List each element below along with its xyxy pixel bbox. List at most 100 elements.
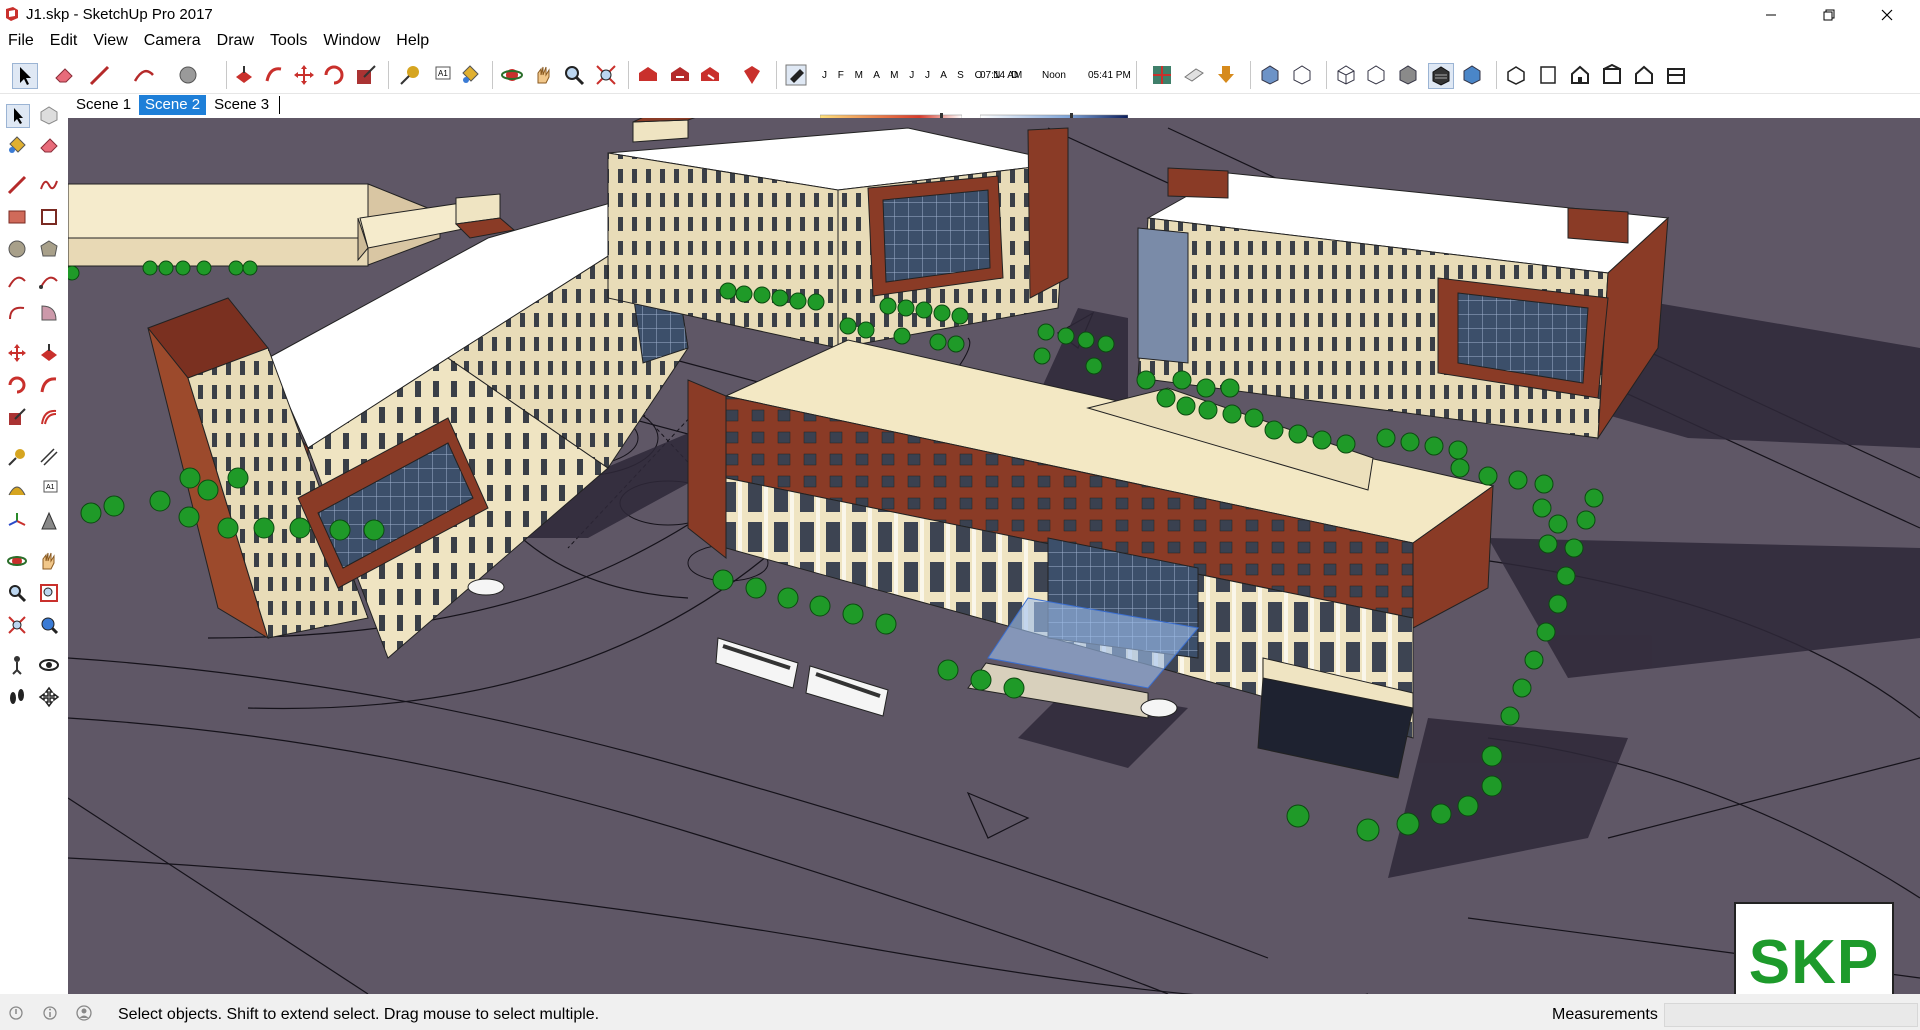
- menu-edit[interactable]: Edit: [42, 30, 86, 52]
- tape-measure-tool-icon[interactable]: [6, 446, 28, 468]
- xray-style-icon[interactable]: [1258, 63, 1282, 87]
- warehouse-icon[interactable]: [636, 63, 660, 87]
- move-tool-icon[interactable]: [292, 63, 316, 87]
- import-icon[interactable]: [1214, 63, 1238, 87]
- section-plane-icon[interactable]: [1182, 63, 1206, 87]
- measurements-input[interactable]: [1664, 1003, 1918, 1027]
- iso-view-icon[interactable]: [1504, 63, 1528, 87]
- svg-text:A1: A1: [46, 484, 55, 491]
- sandbox-icon[interactable]: [1150, 63, 1174, 87]
- zoom-window-tool-icon[interactable]: [38, 582, 60, 604]
- zoom-extents-tool-icon[interactable]: [594, 63, 618, 87]
- select-tool-icon[interactable]: [12, 63, 38, 89]
- menu-camera[interactable]: Camera: [136, 30, 209, 52]
- 3d-text-tool-icon[interactable]: [38, 510, 60, 532]
- shaded-with-textures-icon[interactable]: [1428, 63, 1454, 89]
- pan-tool-icon[interactable]: [532, 63, 556, 87]
- arc-tool-icon[interactable]: [132, 63, 156, 87]
- polygon-tool-icon[interactable]: [38, 238, 60, 260]
- close-icon: [1881, 9, 1893, 21]
- position-camera-icon[interactable]: [6, 654, 28, 676]
- line-tool-icon[interactable]: [88, 63, 112, 87]
- shadows-toggle-icon[interactable]: [784, 63, 808, 87]
- pie-tool-icon[interactable]: [38, 302, 60, 324]
- circle-tool-icon[interactable]: [176, 63, 200, 87]
- protractor-tool-icon[interactable]: [6, 478, 28, 500]
- orbit-tool-icon[interactable]: [6, 550, 28, 572]
- select-tool-icon[interactable]: [6, 104, 30, 128]
- rotate-tool-icon[interactable]: [6, 374, 28, 396]
- zoom-tool-icon[interactable]: [6, 582, 28, 604]
- pan-tool-icon[interactable]: [38, 550, 60, 572]
- monochrome-style-icon[interactable]: [1460, 63, 1484, 87]
- menu-file[interactable]: File: [0, 30, 42, 52]
- arc-tool-icon[interactable]: [6, 270, 28, 292]
- push-pull-tool-icon[interactable]: [38, 342, 60, 364]
- make-component-icon[interactable]: [38, 104, 60, 126]
- minimize-button[interactable]: [1742, 0, 1800, 30]
- three-point-arc-tool-icon[interactable]: [6, 302, 28, 324]
- rotate-tool-icon[interactable]: [322, 63, 346, 87]
- share-component-icon[interactable]: [698, 63, 722, 87]
- move-tool-icon[interactable]: [6, 342, 28, 364]
- orbit-tool-icon[interactable]: [500, 63, 524, 87]
- credits-icon[interactable]: [42, 1005, 58, 1021]
- menu-window[interactable]: Window: [315, 30, 388, 52]
- dimension-tool-icon[interactable]: [38, 446, 60, 468]
- circle-tool-icon[interactable]: [6, 238, 28, 260]
- shaded-style-icon[interactable]: [1396, 63, 1420, 87]
- follow-me-tool-icon[interactable]: [262, 63, 286, 87]
- share-model-icon[interactable]: [668, 63, 692, 87]
- axes-tool-icon[interactable]: [6, 510, 28, 532]
- scene-tab-1[interactable]: Scene 1: [70, 95, 137, 115]
- paint-bucket-tool-icon[interactable]: [6, 134, 28, 156]
- rectangle-tool-icon[interactable]: [6, 206, 28, 228]
- left-view-icon[interactable]: [1664, 63, 1688, 87]
- zoom-tool-icon[interactable]: [562, 63, 586, 87]
- toolbar-separator: [1136, 61, 1137, 89]
- front-view-icon[interactable]: [1568, 63, 1592, 87]
- back-edges-icon[interactable]: [1290, 63, 1314, 87]
- eraser-tool-icon[interactable]: [52, 63, 76, 87]
- line-tool-icon[interactable]: [6, 174, 28, 196]
- scale-tool-icon[interactable]: [354, 63, 378, 87]
- paint-bucket-tool-icon[interactable]: [458, 63, 482, 87]
- text-tool-icon[interactable]: A1: [430, 63, 454, 87]
- scale-tool-icon[interactable]: [6, 406, 28, 428]
- freehand-tool-icon[interactable]: [38, 174, 60, 196]
- top-view-icon[interactable]: [1536, 63, 1560, 87]
- zoom-extents-tool-icon[interactable]: [6, 614, 28, 636]
- ground-arrow-mark: [966, 791, 1030, 839]
- hidden-line-style-icon[interactable]: [1364, 63, 1388, 87]
- wireframe-style-icon[interactable]: [1334, 63, 1358, 87]
- bus: [715, 637, 889, 717]
- menu-help[interactable]: Help: [388, 30, 437, 52]
- back-view-icon[interactable]: [1632, 63, 1656, 87]
- close-button[interactable]: [1858, 0, 1916, 30]
- menu-view[interactable]: View: [85, 30, 135, 52]
- text-tool-icon[interactable]: A1: [38, 478, 60, 500]
- push-pull-tool-icon[interactable]: [232, 63, 256, 87]
- offset-tool-icon[interactable]: [38, 406, 60, 428]
- scene-tab-2[interactable]: Scene 2: [139, 95, 207, 115]
- sketchup-app-icon: [6, 7, 18, 21]
- tape-measure-tool-icon[interactable]: [398, 63, 422, 87]
- two-point-arc-tool-icon[interactable]: [38, 270, 60, 292]
- menu-draw[interactable]: Draw: [209, 30, 262, 52]
- user-account-icon[interactable]: [76, 1005, 92, 1021]
- walk-tool-icon[interactable]: [6, 686, 28, 708]
- time-noon-label: Noon: [1042, 70, 1066, 81]
- extension-warehouse-icon[interactable]: [740, 63, 764, 87]
- scene-tab-3[interactable]: Scene 3: [208, 95, 275, 115]
- section-plane-tool-icon[interactable]: [38, 686, 60, 708]
- follow-me-tool-icon[interactable]: [38, 374, 60, 396]
- geo-location-icon[interactable]: [8, 1005, 24, 1021]
- eraser-tool-icon[interactable]: [38, 134, 60, 156]
- menu-tools[interactable]: Tools: [262, 30, 315, 52]
- model-viewport[interactable]: [68, 118, 1920, 994]
- restore-button[interactable]: [1800, 0, 1858, 30]
- look-around-icon[interactable]: [38, 654, 60, 676]
- previous-view-icon[interactable]: [38, 614, 60, 636]
- rotated-rectangle-tool-icon[interactable]: [38, 206, 60, 228]
- right-view-icon[interactable]: [1600, 63, 1624, 87]
